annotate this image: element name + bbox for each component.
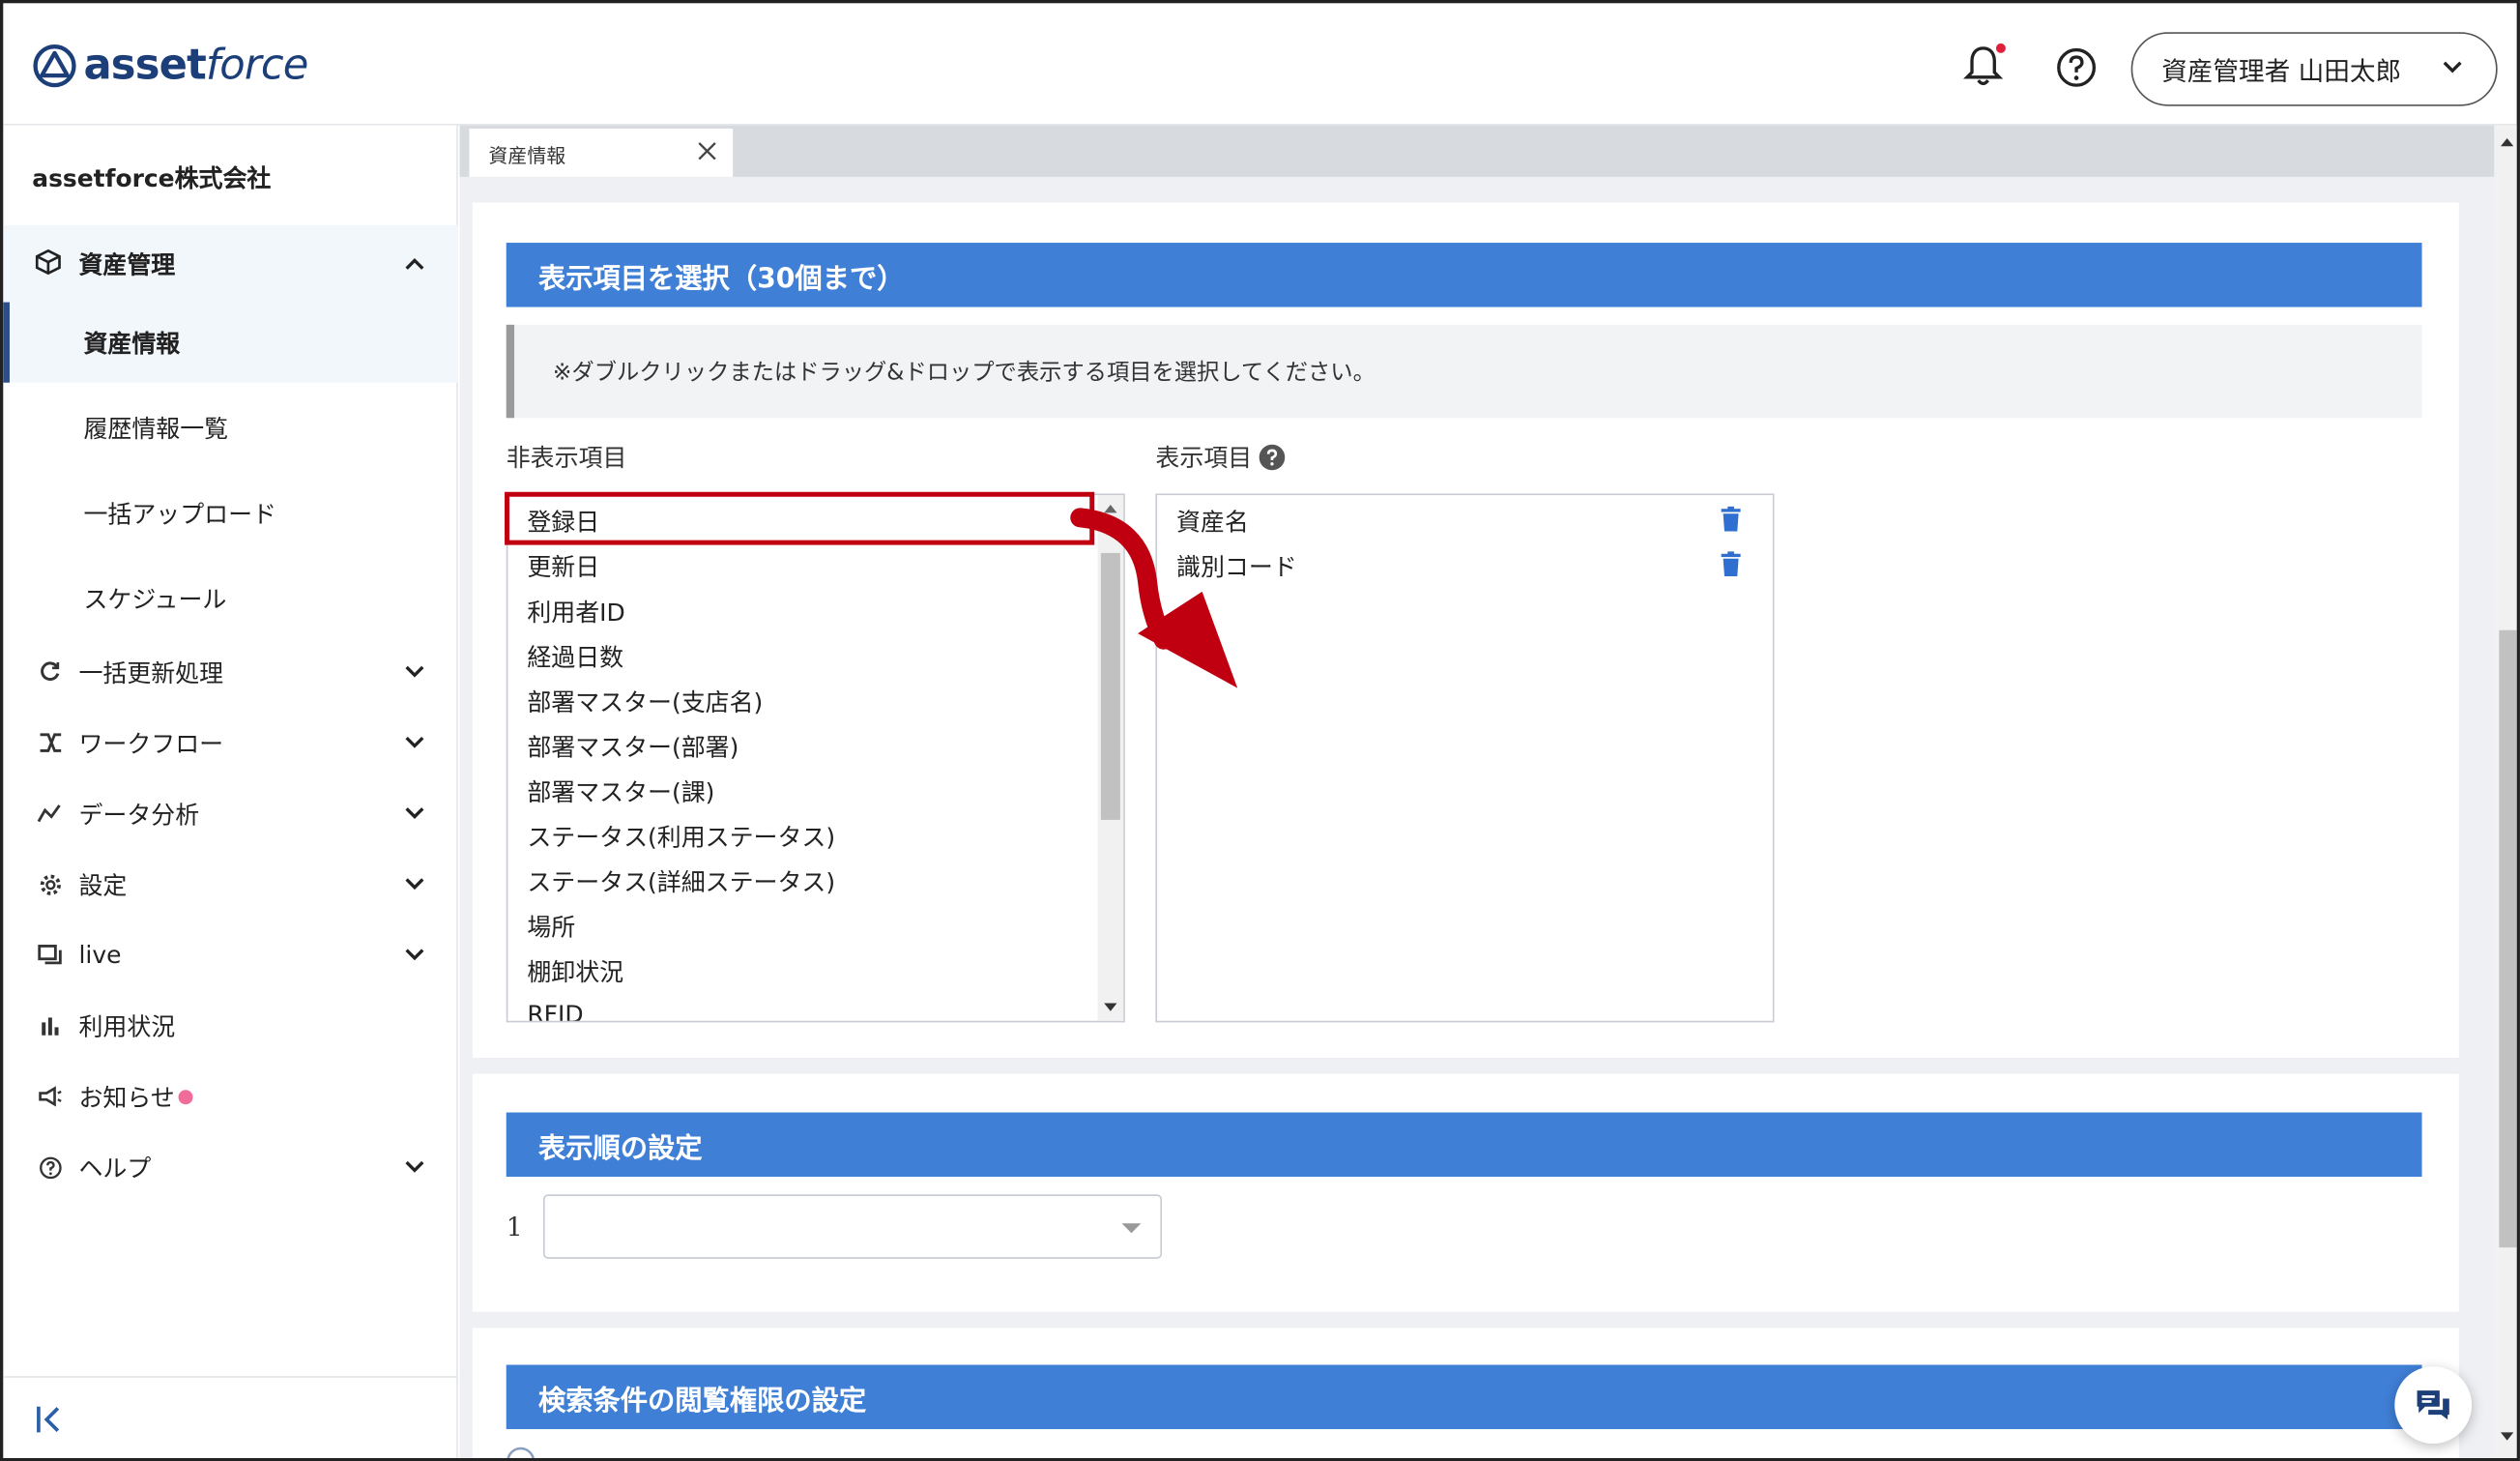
sidebar-group-label: 資産管理 — [78, 249, 176, 279]
user-menu-button[interactable]: 資産管理者 山田太郎 — [2130, 32, 2498, 106]
list-item[interactable]: ステータス(詳細ステータス) — [527, 864, 835, 898]
chevron-down-icon — [405, 1160, 424, 1173]
sidebar-item-bulk-upload[interactable]: 一括アップロード — [3, 473, 458, 553]
list-item[interactable]: 登録日 — [527, 505, 599, 539]
chevron-down-icon — [405, 949, 424, 961]
tab-label: 資産情報 — [488, 144, 566, 167]
order-row-number: 1 — [506, 1212, 523, 1243]
list-item[interactable]: 更新日 — [527, 550, 599, 584]
megaphone-icon — [36, 1082, 65, 1111]
trash-icon[interactable] — [1720, 551, 1742, 577]
list-item[interactable]: 部署マスター(課) — [527, 774, 714, 808]
list-item[interactable]: RFID — [527, 1000, 583, 1021]
shown-items-label-wrap: 表示項目 — [1155, 441, 1286, 475]
sidebar-item-label: お知らせ — [78, 1082, 175, 1112]
sidebar-item-label: 資産情報 — [83, 329, 181, 358]
sidebar-item-label: 利用状況 — [78, 1011, 176, 1041]
sidebar-divider — [3, 1376, 458, 1378]
workflow-icon — [36, 728, 65, 757]
dropdown-caret-icon — [1121, 1223, 1142, 1234]
hidden-items-label: 非表示項目 — [506, 443, 627, 473]
collapse-sidebar-icon[interactable] — [32, 1402, 68, 1438]
company-name: assetforce株式会社 — [32, 163, 272, 193]
list-item[interactable]: 部署マスター(支店名) — [527, 685, 763, 718]
tab-asset-info[interactable]: 資産情報 — [469, 129, 734, 177]
page-scrollbar-thumb[interactable] — [2499, 629, 2517, 1248]
sidebar-item-schedule[interactable]: スケジュール — [3, 558, 458, 638]
gear-icon — [36, 869, 65, 898]
list-item[interactable]: 部署マスター(部署) — [527, 730, 739, 764]
section-header-select-items: 表示項目を選択（30個まで） — [506, 243, 2422, 307]
help-icon[interactable] — [2054, 45, 2100, 91]
section-header-display-order: 表示順の設定 — [506, 1112, 2422, 1178]
chat-support-button[interactable] — [2394, 1366, 2473, 1445]
scroll-down-icon[interactable] — [1103, 1002, 1119, 1014]
bar-chart-icon — [36, 1011, 65, 1040]
sidebar-item-label: live — [78, 940, 122, 970]
sidebar-item-label: 設定 — [78, 870, 128, 900]
sidebar-item-workflow[interactable]: ワークフロー — [3, 708, 458, 778]
sidebar-item-news[interactable]: お知らせ — [3, 1061, 458, 1131]
help-icon — [36, 1153, 65, 1182]
close-icon[interactable] — [698, 141, 717, 161]
sidebar-item-label: ヘルプ — [78, 1153, 152, 1183]
assetforce-logo[interactable]: assetforce — [32, 39, 308, 94]
sidebar-item-label: ワークフロー — [78, 728, 224, 758]
sidebar-item-label: 一括アップロード — [83, 499, 276, 529]
hidden-items-listbox[interactable]: 登録日 更新日 利用者ID 経過日数 部署マスター(支店名) 部署マスター(部署… — [506, 493, 1125, 1023]
sidebar-group-asset-management[interactable]: 資産管理 — [3, 224, 458, 303]
list-item[interactable]: 棚卸状況 — [527, 955, 623, 989]
logo-text: assetforce — [83, 42, 308, 91]
list-item[interactable]: ステータス(利用ステータス) — [527, 820, 835, 854]
sidebar-item-help[interactable]: ヘルプ — [3, 1131, 458, 1202]
trash-icon[interactable] — [1720, 506, 1742, 533]
sidebar-item-data-analysis[interactable]: データ分析 — [3, 778, 458, 849]
tab-bar: 資産情報 — [459, 125, 2495, 177]
app-header: assetforce 資産管理者 山田太郎 — [3, 3, 2517, 126]
live-icon — [36, 941, 65, 970]
display-order-card — [472, 1073, 2459, 1312]
sidebar-item-asset-info[interactable]: 資産情報 — [3, 302, 458, 383]
sidebar-item-label: スケジュール — [83, 584, 227, 614]
chevron-down-icon — [2443, 61, 2462, 73]
chevron-down-icon — [405, 665, 424, 678]
sidebar-item-label: データ分析 — [78, 800, 200, 830]
unread-dot — [178, 1089, 193, 1104]
sidebar-item-live[interactable]: live — [3, 920, 458, 990]
user-name: 資産管理者 山田太郎 — [2161, 56, 2402, 87]
list-item[interactable]: 場所 — [527, 910, 575, 944]
chevron-down-icon — [405, 736, 424, 748]
refresh-icon — [36, 657, 65, 687]
chevron-up-icon[interactable] — [403, 255, 425, 272]
display-order-select[interactable] — [542, 1194, 1163, 1259]
sidebar-item-usage[interactable]: 利用状況 — [3, 990, 458, 1061]
drag-arrow-annotation — [1070, 508, 1238, 688]
analytics-icon — [36, 799, 65, 828]
scroll-down-icon[interactable] — [2499, 1431, 2515, 1444]
sidebar-item-label: 履歴情報一覧 — [83, 414, 229, 444]
sidebar-item-bulk-update[interactable]: 一括更新処理 — [3, 636, 458, 707]
notification-bell-icon[interactable] — [1960, 42, 2006, 90]
logo-mark-icon — [33, 44, 76, 88]
instruction-note: ※ダブルクリックまたはドラッグ&ドロップで表示する項目を選択してください。 — [506, 324, 2422, 419]
scroll-up-icon[interactable] — [2499, 135, 2515, 148]
sidebar-item-history[interactable]: 履歴情報一覧 — [3, 388, 458, 468]
chevron-down-icon — [405, 878, 424, 891]
chat-icon — [2417, 1390, 2449, 1420]
sidebar: assetforce株式会社 資産管理 資産情報 履歴情報一覧 一括アップロード… — [3, 125, 458, 1458]
list-item[interactable]: 経過日数 — [527, 640, 623, 674]
question-circle-icon[interactable] — [1259, 444, 1286, 471]
shown-items-label: 表示項目 — [1155, 443, 1253, 473]
list-item[interactable]: 利用者ID — [527, 595, 624, 628]
chevron-down-icon — [405, 807, 424, 819]
section-header-permission: 検索条件の閲覧権限の設定 — [506, 1364, 2422, 1430]
sidebar-item-settings[interactable]: 設定 — [3, 849, 458, 920]
radio-button[interactable] — [507, 1446, 536, 1461]
sidebar-item-label: 一括更新処理 — [78, 657, 224, 687]
page-scrollbar[interactable] — [2494, 125, 2517, 1458]
box-icon — [35, 248, 65, 278]
